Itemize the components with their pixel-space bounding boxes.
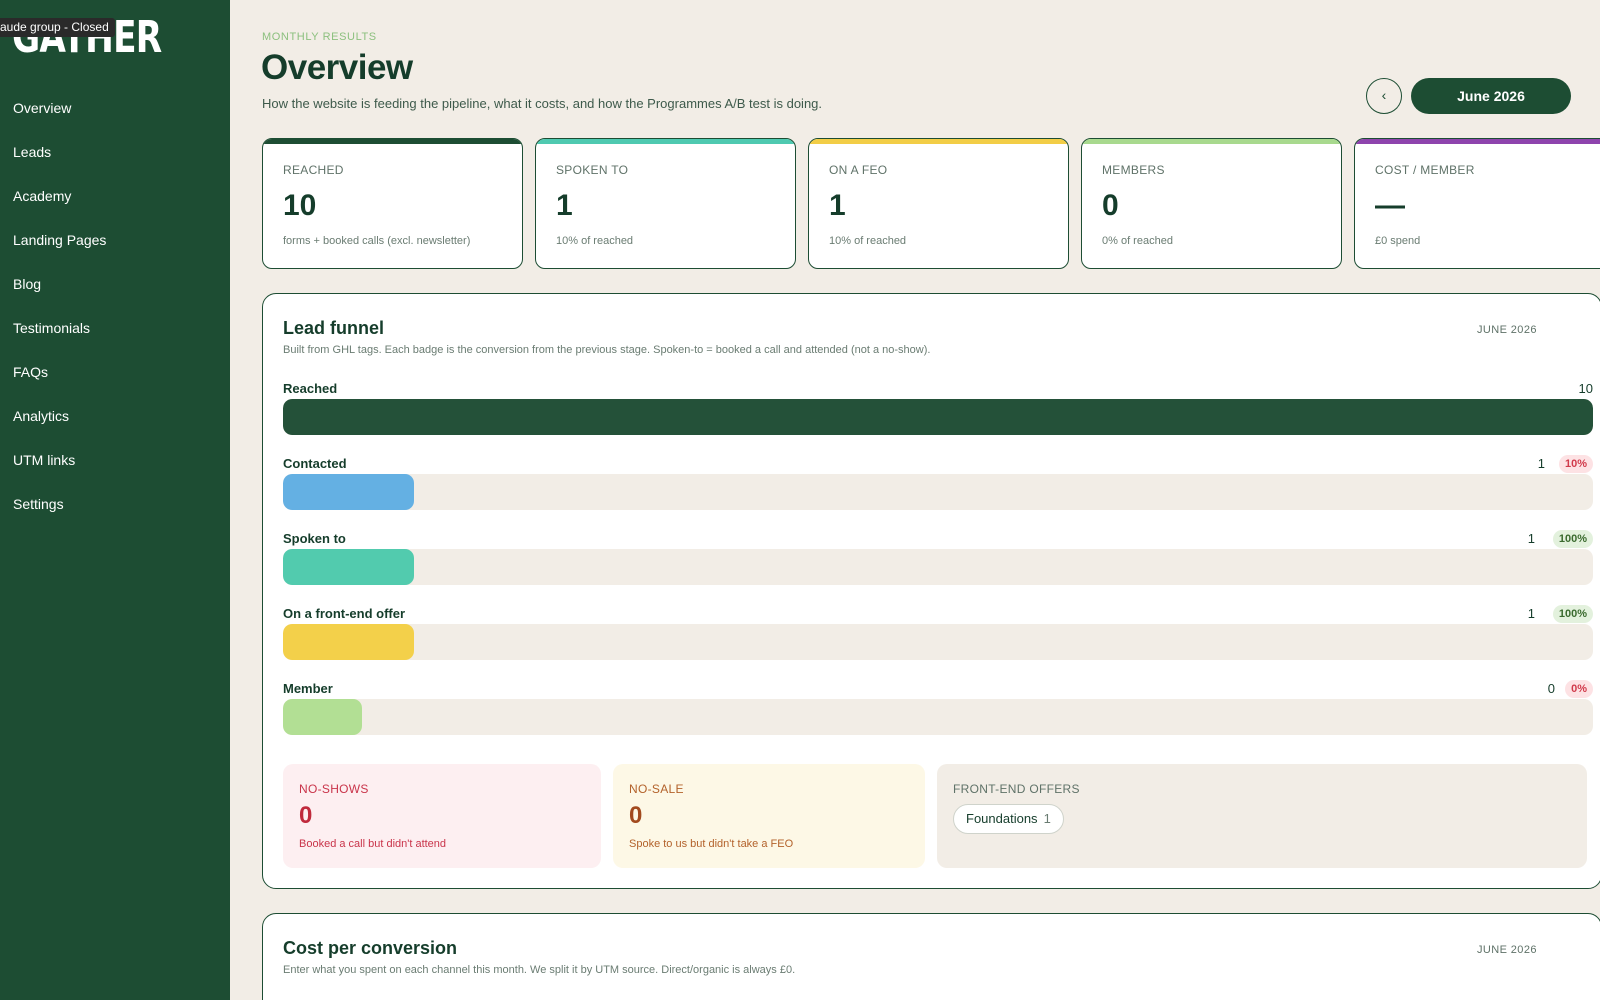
- sidebar-item-landing-pages[interactable]: Landing Pages: [0, 226, 230, 270]
- card-title: Cost per conversion: [283, 938, 458, 958]
- chevron-left-icon: ‹: [1381, 87, 1387, 103]
- conversion-badge: 0%: [1565, 680, 1593, 698]
- stage-track: [283, 399, 1593, 435]
- panel-note: Spoke to us but didn't take a FEO: [629, 838, 794, 850]
- sidebar-item-utm-links[interactable]: UTM links: [0, 446, 230, 490]
- conversion-badge: 100%: [1552, 605, 1593, 623]
- funnel-stage-contacted: Contacted 1 10%: [283, 455, 1593, 522]
- stat-label: REACHED: [283, 163, 344, 177]
- stage-track: [283, 624, 1593, 660]
- sidebar-item-settings[interactable]: Settings: [0, 490, 230, 534]
- stat-card-spoken-to: SPOKEN TO 1 10% of reached: [535, 138, 796, 269]
- stage-fill-bar: [283, 474, 414, 510]
- stat-card-on-a-feo: ON A FEO 1 10% of reached: [808, 138, 1069, 269]
- stat-card-reached: REACHED 10 forms + booked calls (excl. n…: [262, 138, 523, 269]
- stage-name: Member: [283, 681, 333, 696]
- panel-label: NO-SALE: [629, 782, 684, 796]
- offer-chip-foundations[interactable]: Foundations 1: [953, 804, 1064, 834]
- stage-name: Reached: [283, 381, 338, 396]
- stat-note: 0% of reached: [1102, 235, 1173, 247]
- offer-count: 1: [1043, 811, 1051, 826]
- card-description: Built from GHL tags. Each badge is the c…: [283, 344, 931, 356]
- previous-month-button[interactable]: ‹: [1366, 78, 1402, 114]
- stat-note: £0 spend: [1375, 235, 1421, 247]
- stat-value: 1: [829, 189, 846, 222]
- offer-name: Foundations: [966, 811, 1038, 826]
- main-content: MONTHLY RESULTS Overview How the website…: [230, 0, 1600, 1000]
- sidebar-item-leads[interactable]: Leads: [0, 138, 230, 182]
- no-shows-panel: NO-SHOWS 0 Booked a call but didn't atte…: [283, 764, 601, 868]
- stat-accent-bar: [1355, 139, 1600, 144]
- stat-value: 1: [556, 189, 573, 222]
- stat-accent-bar: [1082, 139, 1341, 144]
- stage-fill-bar: [283, 624, 414, 660]
- card-date: JUNE 2026: [1477, 324, 1537, 336]
- sidebar-item-testimonials[interactable]: Testimonials: [0, 314, 230, 358]
- page-title: Overview: [261, 48, 413, 87]
- sidebar-item-academy[interactable]: Academy: [0, 182, 230, 226]
- stage-name: On a front-end offer: [283, 606, 406, 621]
- funnel-stage-front-end-offer: On a front-end offer 1 100%: [283, 605, 1593, 672]
- stat-label: COST / MEMBER: [1375, 163, 1475, 177]
- stage-fill-bar: [283, 699, 362, 735]
- sidebar-item-overview[interactable]: Overview: [0, 94, 230, 138]
- stat-note: 10% of reached: [829, 235, 907, 247]
- sidebar: GATHER aude group - Closed Overview Lead…: [0, 0, 230, 1000]
- page-eyebrow: MONTHLY RESULTS: [262, 31, 377, 43]
- stat-value: 0: [1102, 189, 1119, 222]
- stage-count: 10: [1578, 381, 1593, 396]
- lead-funnel-card: Lead funnel JUNE 2026 Built from GHL tag…: [262, 293, 1600, 889]
- stat-accent-bar: [809, 139, 1068, 144]
- card-description: Enter what you spent on each channel thi…: [283, 964, 796, 976]
- funnel-stage-reached: Reached 10: [283, 381, 1593, 447]
- stage-name: Contacted: [283, 456, 347, 471]
- stat-card-members: MEMBERS 0 0% of reached: [1081, 138, 1342, 269]
- page-subtitle: How the website is feeding the pipeline,…: [262, 96, 823, 111]
- cost-per-conversion-card: Cost per conversion JUNE 2026 Enter what…: [262, 913, 1600, 1000]
- panel-label: FRONT-END OFFERS: [953, 782, 1080, 796]
- stage-count: 1: [1527, 606, 1535, 621]
- stat-value: 10: [283, 189, 317, 222]
- panel-value: 0: [629, 802, 643, 829]
- stage-track: [283, 549, 1593, 585]
- stat-note: forms + booked calls (excl. newsletter): [283, 235, 471, 247]
- funnel-stage-member: Member 0 0%: [283, 680, 1593, 747]
- panel-value: 0: [299, 802, 313, 829]
- stage-name: Spoken to: [283, 531, 346, 546]
- stage-track: [283, 474, 1593, 510]
- stage-fill-bar: [283, 399, 1593, 435]
- funnel-stage-spoken-to: Spoken to 1 100%: [283, 530, 1593, 597]
- stat-note: 10% of reached: [556, 235, 634, 247]
- stat-label: ON A FEO: [829, 163, 888, 177]
- stat-accent-bar: [263, 139, 522, 144]
- panel-label: NO-SHOWS: [299, 782, 369, 796]
- sidebar-nav: Overview Leads Academy Landing Pages Blo…: [0, 94, 230, 534]
- month-selector[interactable]: June 2026: [1411, 78, 1571, 114]
- front-end-offers-panel: FRONT-END OFFERS Foundations 1: [937, 764, 1587, 868]
- no-sale-panel: NO-SALE 0 Spoke to us but didn't take a …: [613, 764, 925, 868]
- stat-card-cost-per-member: COST / MEMBER — £0 spend: [1354, 138, 1600, 269]
- conversion-badge: 10%: [1558, 455, 1593, 473]
- sidebar-item-blog[interactable]: Blog: [0, 270, 230, 314]
- stage-count: 0: [1547, 681, 1555, 696]
- sidebar-item-analytics[interactable]: Analytics: [0, 402, 230, 446]
- stat-label: MEMBERS: [1102, 163, 1165, 177]
- stage-track: [283, 699, 1593, 735]
- tab-group-tooltip: aude group - Closed: [0, 18, 115, 37]
- stat-label: SPOKEN TO: [556, 163, 629, 177]
- panel-note: Booked a call but didn't attend: [299, 838, 447, 850]
- stage-fill-bar: [283, 549, 414, 585]
- conversion-badge: 100%: [1552, 530, 1593, 548]
- card-title: Lead funnel: [283, 318, 385, 338]
- card-date: JUNE 2026: [1477, 944, 1537, 956]
- sidebar-item-faqs[interactable]: FAQs: [0, 358, 230, 402]
- stage-count: 1: [1537, 456, 1545, 471]
- stage-count: 1: [1527, 531, 1535, 546]
- stat-value: —: [1375, 189, 1405, 222]
- stat-accent-bar: [536, 139, 795, 144]
